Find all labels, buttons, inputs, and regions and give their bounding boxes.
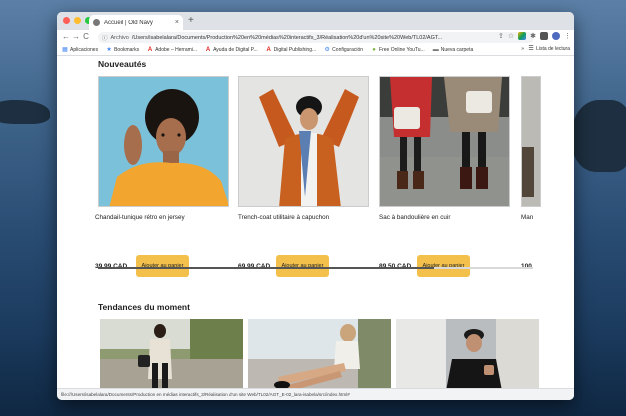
product-name: Trench-coat utilitaire à capuchon xyxy=(238,214,330,221)
new-tab-button[interactable]: + xyxy=(188,15,194,27)
tab-strip: Accueil | Old Navy × + xyxy=(57,12,574,30)
back-icon[interactable]: ← xyxy=(61,32,71,42)
bookmark-label: Configuración xyxy=(332,46,364,53)
product-card: Man 100 xyxy=(521,76,574,296)
close-window-button[interactable] xyxy=(63,17,70,24)
minimize-window-button[interactable] xyxy=(74,17,81,24)
adobe-icon: A xyxy=(205,46,211,53)
product-image[interactable] xyxy=(379,76,510,207)
address-scheme-label: Archivo xyxy=(110,34,129,41)
favicon-icon xyxy=(93,19,100,26)
bookmark-label: Nueva carpeta xyxy=(440,46,474,53)
product-carousel-scrollbar[interactable] xyxy=(98,267,533,269)
profile-avatar[interactable] xyxy=(552,32,560,40)
wallpaper-rock-right xyxy=(572,100,626,172)
bookmark-item-folder[interactable]: ▬ Nueva carpeta xyxy=(433,47,474,53)
product-image[interactable] xyxy=(238,76,369,207)
bookmark-label: Digital Publishing... xyxy=(273,46,317,53)
adobe-icon: A xyxy=(266,46,271,53)
browser-window: Accueil | Old Navy × + ← → C ⓘ Archivo /… xyxy=(57,12,574,400)
bookmark-item-digital-publishing[interactable]: A Digital Publishing... xyxy=(266,46,317,53)
bookmark-label: Adobe – Herrami... xyxy=(155,46,198,53)
bookmark-label: Ayuda de Digital P... xyxy=(213,46,258,53)
forward-icon[interactable]: → xyxy=(71,32,81,42)
share-icon[interactable]: ⇪ xyxy=(498,32,504,40)
browser-toolbar: ← → C ⓘ Archivo /Users/isabelalara/Docum… xyxy=(57,30,574,44)
bookmark-label: Aplicaciones xyxy=(70,46,99,53)
trend-image[interactable] xyxy=(396,319,539,388)
add-to-cart-button[interactable]: Ajouter au panier xyxy=(276,255,329,277)
bookmark-item-adobe[interactable]: A Adobe – Herrami... xyxy=(147,47,197,53)
more-bookmarks-icon[interactable]: » xyxy=(521,46,524,52)
status-bar-url: file:///Users/isabelalara/Documents/Prod… xyxy=(57,388,574,400)
add-to-cart-button[interactable]: Ajouter au panier xyxy=(136,255,189,277)
product-name: Chandail-tunique rétro en jersey xyxy=(95,214,185,221)
bookmark-star-icon[interactable]: ☆ xyxy=(508,32,514,40)
trend-image[interactable] xyxy=(248,319,391,388)
drive-extension-icon[interactable] xyxy=(518,32,527,40)
menu-kebab-icon[interactable]: ⋮ xyxy=(564,32,571,40)
window-controls xyxy=(63,17,92,24)
scrollbar-thumb[interactable] xyxy=(98,267,434,269)
web-page: Nouveautés Chandail-tunique rétro en jer… xyxy=(57,56,574,388)
trend-image[interactable] xyxy=(100,319,243,388)
reading-list[interactable]: ☰ Lista de lectura xyxy=(528,46,570,52)
add-to-cart-button[interactable]: Ajouter au panier xyxy=(417,255,470,277)
bookmark-item-apps[interactable]: ▦ Aplicaciones xyxy=(62,47,98,53)
product-image[interactable] xyxy=(98,76,229,207)
address-text: /Users/isabelalara/Documents/Production%… xyxy=(131,34,443,41)
bookmarks-bar: ▦ Aplicaciones ★ Bookmarks A Adobe – Herram… xyxy=(57,44,574,56)
tab-close-icon[interactable]: × xyxy=(175,19,179,26)
product-name: Man xyxy=(521,214,534,221)
reading-list-icon: ☰ xyxy=(528,46,534,52)
trends-title: Tendances du moment xyxy=(98,302,190,312)
gear-icon: ⚙ xyxy=(324,46,330,53)
folder-icon: ▬ xyxy=(432,46,439,53)
extensions-puzzle-icon[interactable]: ✱ xyxy=(530,32,536,40)
product-image[interactable] xyxy=(521,76,541,207)
info-icon[interactable]: ⓘ xyxy=(102,34,108,42)
reload-icon[interactable]: C xyxy=(81,32,91,42)
extension-icon[interactable] xyxy=(540,32,548,40)
bookmark-item-bookmarks[interactable]: ★ Bookmarks xyxy=(106,47,139,53)
toolbar-actions: ⇪ ☆ ✱ ⋮ xyxy=(498,32,571,40)
bookmark-label: Bookmarks xyxy=(114,46,140,53)
address-bar[interactable]: ⓘ Archivo /Users/isabelalara/Documents/P… xyxy=(98,32,534,43)
product-name: Sac à bandoulière en cuir xyxy=(379,214,451,221)
bookmarks-right: » ☰ Lista de lectura xyxy=(521,46,570,52)
wallpaper-rock-left xyxy=(0,100,50,124)
star-icon: ★ xyxy=(106,46,112,53)
bookmark-label: Free Online YouTu... xyxy=(379,46,425,53)
bookmark-item-youtube[interactable]: ● Free Online YouTu... xyxy=(371,47,425,53)
tab-title: Accueil | Old Navy xyxy=(104,19,153,26)
adobe-icon: A xyxy=(147,46,153,53)
youtube-icon: ● xyxy=(372,46,376,53)
new-arrivals-title: Nouveautés xyxy=(98,59,147,69)
reading-list-label: Lista de lectura xyxy=(536,46,570,52)
browser-tab[interactable]: Accueil | Old Navy × xyxy=(89,15,183,30)
bookmark-item-digital-help[interactable]: A Ayuda de Digital P... xyxy=(205,47,258,53)
apps-grid-icon: ▦ xyxy=(62,46,68,53)
bookmark-item-settings[interactable]: ⚙ Configuración xyxy=(324,47,363,53)
